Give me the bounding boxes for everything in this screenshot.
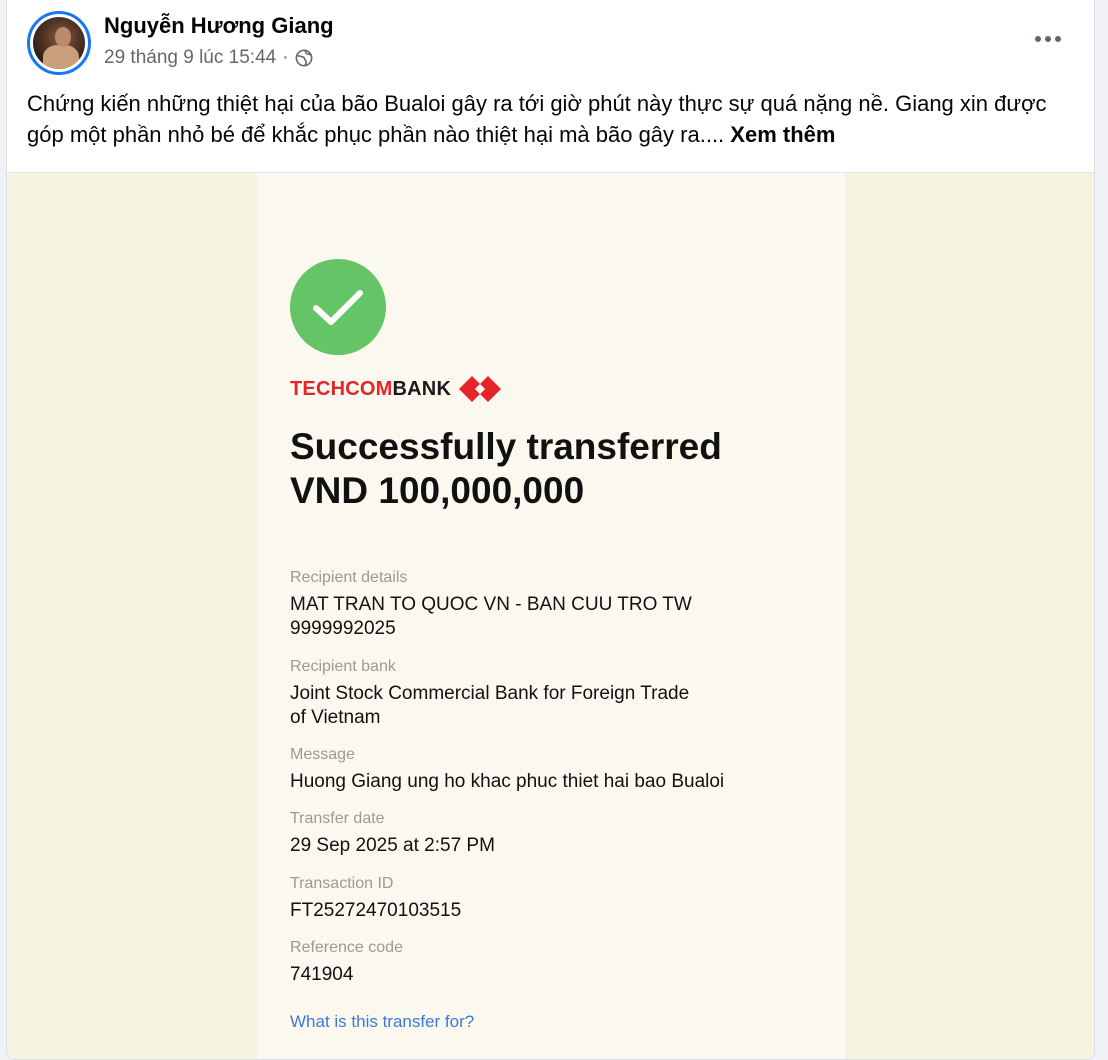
author-name[interactable]: Nguyễn Hương Giang — [104, 13, 334, 39]
see-more-link[interactable]: Xem thêm — [730, 122, 835, 147]
headline-status: Successfully transferred — [290, 426, 722, 467]
transfer-headline: Successfully transferred VND 100,000,000 — [290, 425, 722, 513]
post-card: Nguyễn Hương Giang 29 tháng 9 lúc 15:44 … — [6, 0, 1095, 1060]
post-image[interactable]: TECHCOMBANK Successfully transferred VND… — [7, 172, 1094, 1059]
bank-diamond-icon — [459, 376, 502, 402]
recipient-bank-line2: of Vietnam — [290, 707, 381, 728]
post-timestamp[interactable]: 29 tháng 9 lúc 15:44 — [104, 47, 276, 69]
recipient-details-label: Recipient details — [290, 569, 408, 586]
author-avatar[interactable] — [27, 11, 91, 75]
message-label: Message — [290, 746, 355, 763]
reference-code-value: 741904 — [290, 964, 354, 985]
recipient-name: MAT TRAN TO QUOC VN - BAN CUU TRO TW — [290, 594, 692, 615]
post-body: Chứng kiến những thiệt hại của bão Bualo… — [27, 91, 1047, 147]
recipient-bank-line1: Joint Stock Commercial Bank for Foreign … — [290, 683, 690, 704]
post-text: Chứng kiến những thiệt hại của bão Bualo… — [27, 88, 1072, 150]
avatar-photo — [33, 17, 85, 69]
techcombank-logo: TECHCOMBANK — [290, 374, 502, 404]
recipient-account: 9999992025 — [290, 618, 396, 639]
post-meta: 29 tháng 9 lúc 15:44 · — [104, 47, 313, 69]
checkmark-icon — [290, 259, 386, 355]
recipient-bank-label: Recipient bank — [290, 658, 396, 675]
transaction-id-label: Transaction ID — [290, 875, 394, 892]
headline-amount: VND 100,000,000 — [290, 470, 585, 511]
globe-icon[interactable] — [295, 49, 313, 67]
transfer-date-value: 29 Sep 2025 at 2:57 PM — [290, 835, 495, 856]
reference-code-label: Reference code — [290, 939, 403, 956]
transaction-id-value: FT25272470103515 — [290, 900, 462, 921]
transfer-purpose-link[interactable]: What is this transfer for? — [290, 1012, 474, 1032]
meta-separator: · — [282, 47, 289, 68]
message-value: Huong Giang ung ho khac phuc thiet hai b… — [290, 771, 725, 792]
transfer-date-label: Transfer date — [290, 810, 385, 827]
bank-wordmark: TECHCOMBANK — [290, 377, 452, 400]
more-options-icon[interactable] — [1026, 26, 1070, 52]
transfer-receipt: TECHCOMBANK Successfully transferred VND… — [258, 173, 845, 1059]
